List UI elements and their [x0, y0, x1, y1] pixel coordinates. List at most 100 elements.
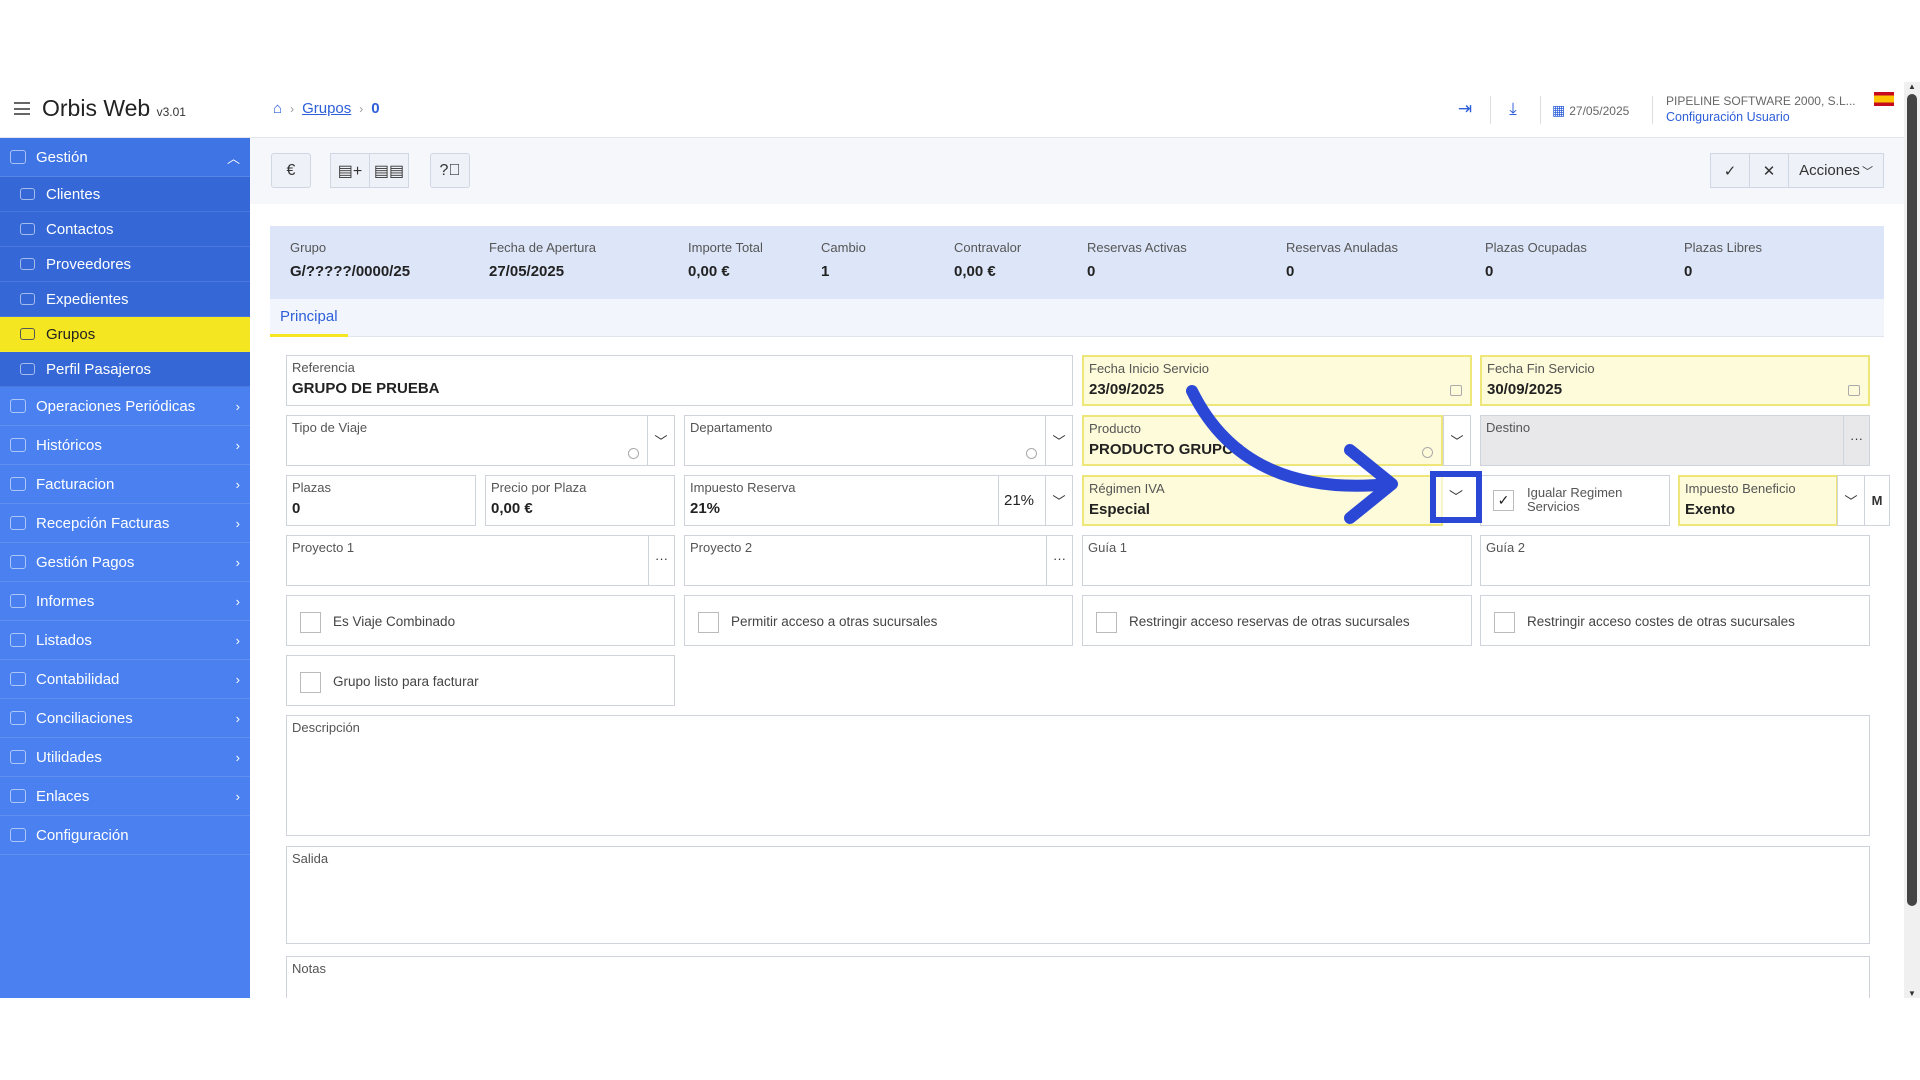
checkbox-icon[interactable] [1096, 612, 1117, 633]
calendar-icon[interactable] [1450, 385, 1462, 396]
checkbox-icon[interactable] [1494, 612, 1515, 633]
add-document-button[interactable]: ▤+ [330, 153, 370, 188]
tipo-viaje-dropdown[interactable]: ﹀ [647, 415, 675, 466]
sidebar-item-label: Proveedores [46, 255, 132, 273]
sidebar-item-label: Gestión [36, 148, 88, 166]
scroll-up-icon[interactable]: ▲ [1908, 82, 1916, 91]
more-options-icon[interactable]: ··· [648, 536, 674, 585]
m-button[interactable]: M [1864, 475, 1890, 526]
checkbox-icon[interactable] [698, 612, 719, 633]
sidebar-item-facturacion[interactable]: Facturacion › [0, 465, 250, 504]
sidebar-item-informes[interactable]: Informes › [0, 582, 250, 621]
more-options-icon[interactable]: ··· [1843, 416, 1869, 465]
viaje-combinado-checkbox[interactable]: Es Viaje Combinado [286, 595, 675, 646]
bank-icon [10, 555, 26, 569]
restringir-reservas-checkbox[interactable]: Restringir acceso reservas de otras sucu… [1082, 595, 1472, 646]
igualar-regimen-checkbox[interactable]: ✓ Igualar Regimen Servicios [1480, 475, 1670, 526]
acceso-sucursales-checkbox[interactable]: Permitir acceso a otras sucursales [684, 595, 1073, 646]
impuesto-reserva-dropdown[interactable]: ﹀ [1045, 475, 1073, 526]
hamburger-menu-icon[interactable] [14, 102, 30, 115]
regimen-iva-dropdown[interactable]: ﹀ [1430, 471, 1482, 523]
sidebar-item-label: Contactos [46, 220, 114, 238]
regimen-iva-field[interactable]: Régimen IVA Especial [1082, 475, 1443, 526]
sidebar-item-perfil-pasajeros[interactable]: Perfil Pasajeros [0, 352, 250, 387]
current-date[interactable]: ▦ 27/05/2025 [1552, 102, 1629, 119]
checkbox-checked-icon[interactable]: ✓ [1493, 490, 1514, 511]
login-icon[interactable]: ⇥ [1452, 96, 1478, 122]
fecha-inicio-field[interactable]: Fecha Inicio Servicio 23/09/2025 [1082, 355, 1472, 406]
sidebar-item-contactos[interactable]: Contactos [0, 212, 250, 247]
scroll-down-icon[interactable]: ▼ [1908, 989, 1916, 998]
tipo-viaje-field[interactable]: Tipo de Viaje [286, 415, 648, 466]
impuesto-reserva-field[interactable]: Impuesto Reserva 21% [684, 475, 999, 526]
spain-flag-icon[interactable] [1874, 92, 1894, 106]
breadcrumb-grupos-link[interactable]: Grupos [302, 100, 351, 117]
checkbox-icon[interactable] [300, 672, 321, 693]
sidebar-item-label: Perfil Pasajeros [46, 360, 152, 378]
destino-field[interactable]: Destino ··· [1480, 415, 1870, 466]
sidebar-item-clientes[interactable]: Clientes [0, 177, 250, 212]
vertical-scrollbar[interactable]: ▲ ▼ [1904, 82, 1920, 998]
sidebar-item-grupos[interactable]: Grupos [0, 317, 258, 352]
proyecto2-field[interactable]: Proyecto 2 ··· [684, 535, 1073, 586]
sidebar-item-proveedores[interactable]: Proveedores [0, 247, 250, 282]
search-icon[interactable] [1026, 448, 1037, 459]
summary-label: Importe Total [688, 240, 763, 255]
guia1-field[interactable]: Guía 1 [1082, 535, 1472, 586]
sidebar-item-historicos[interactable]: Históricos › [0, 426, 250, 465]
sidebar-item-operaciones-periodicas[interactable]: Operaciones Periódicas › [0, 387, 250, 426]
descripcion-textarea[interactable]: Descripción [286, 715, 1870, 836]
save-button[interactable]: ✓ [1710, 153, 1750, 188]
listo-facturar-checkbox[interactable]: Grupo listo para facturar [286, 655, 675, 706]
scrollbar-thumb[interactable] [1907, 94, 1917, 906]
user-config-link[interactable]: Configuración Usuario [1666, 110, 1856, 124]
search-icon[interactable] [1422, 447, 1433, 458]
impuesto-beneficio-field[interactable]: Impuesto Beneficio Exento [1678, 475, 1838, 526]
currency-button[interactable]: € [271, 153, 311, 188]
checkbox-icon[interactable] [300, 612, 321, 633]
notas-textarea[interactable]: Notas [286, 956, 1870, 998]
departamento-dropdown[interactable]: ﹀ [1045, 415, 1073, 466]
summary-value: 0 [1087, 263, 1096, 280]
salida-textarea[interactable]: Salida [286, 846, 1870, 944]
sidebar-item-contabilidad[interactable]: Contabilidad › [0, 660, 250, 699]
sidebar-item-enlaces[interactable]: Enlaces › [0, 777, 250, 816]
sidebar-item-expedientes[interactable]: Expedientes [0, 282, 250, 317]
guia2-field[interactable]: Guía 2 [1480, 535, 1870, 586]
app-version: v3.01 [156, 105, 186, 119]
more-options-icon[interactable]: ··· [1046, 536, 1072, 585]
impuesto-beneficio-dropdown[interactable]: ﹀ [1837, 475, 1865, 526]
sidebar-item-recepcion-facturas[interactable]: Recepción Facturas › [0, 504, 250, 543]
sidebar-item-configuracion[interactable]: Configuración [0, 816, 250, 855]
producto-dropdown[interactable]: ﹀ [1443, 415, 1471, 466]
calendar-icon[interactable] [1848, 385, 1860, 396]
producto-field[interactable]: Producto PRODUCTO GRUPOS [1082, 415, 1443, 466]
restringir-costes-checkbox[interactable]: Restringir acceso costes de otras sucurs… [1480, 595, 1870, 646]
fecha-fin-field[interactable]: Fecha Fin Servicio 30/09/2025 [1480, 355, 1870, 406]
precio-plaza-field[interactable]: Precio por Plaza 0,00 € [485, 475, 675, 526]
copy-document-button[interactable]: ▤▤ [369, 153, 409, 188]
sidebar-item-gestion[interactable]: Gestión ︿ [0, 138, 250, 177]
plazas-field[interactable]: Plazas 0 [286, 475, 476, 526]
sidebar-item-gestion-pagos[interactable]: Gestión Pagos › [0, 543, 250, 582]
summary-importe-total: Importe Total 0,00 € [688, 240, 763, 280]
summary-value: G/?????/0000/25 [290, 263, 411, 280]
sidebar-item-conciliaciones[interactable]: Conciliaciones › [0, 699, 250, 738]
chevron-down-icon: ﹀ [1861, 165, 1873, 178]
search-icon[interactable] [628, 448, 639, 459]
sidebar-item-utilidades[interactable]: Utilidades › [0, 738, 250, 777]
rate-value: 21% [1004, 492, 1035, 509]
sidebar-item-listados[interactable]: Listados › [0, 621, 250, 660]
cancel-button[interactable]: ✕ [1749, 153, 1789, 188]
acciones-dropdown[interactable]: Acciones ﹀ [1788, 153, 1884, 188]
checkbox-label: Restringir acceso reservas de otras sucu… [1129, 614, 1410, 629]
sidebar-item-label: Grupos [46, 325, 96, 343]
tab-principal[interactable]: Principal [270, 299, 348, 337]
download-icon[interactable]: ⤓ [1500, 96, 1526, 122]
referencia-field[interactable]: Referencia GRUPO DE PRUEBA [286, 355, 1073, 406]
proyecto1-field[interactable]: Proyecto 1 ··· [286, 535, 675, 586]
home-icon[interactable]: ⌂ [273, 100, 282, 117]
departamento-field[interactable]: Departamento [684, 415, 1046, 466]
field-value: 30/09/2025 [1487, 381, 1563, 398]
help-button[interactable]: ?⃝ [430, 153, 470, 188]
